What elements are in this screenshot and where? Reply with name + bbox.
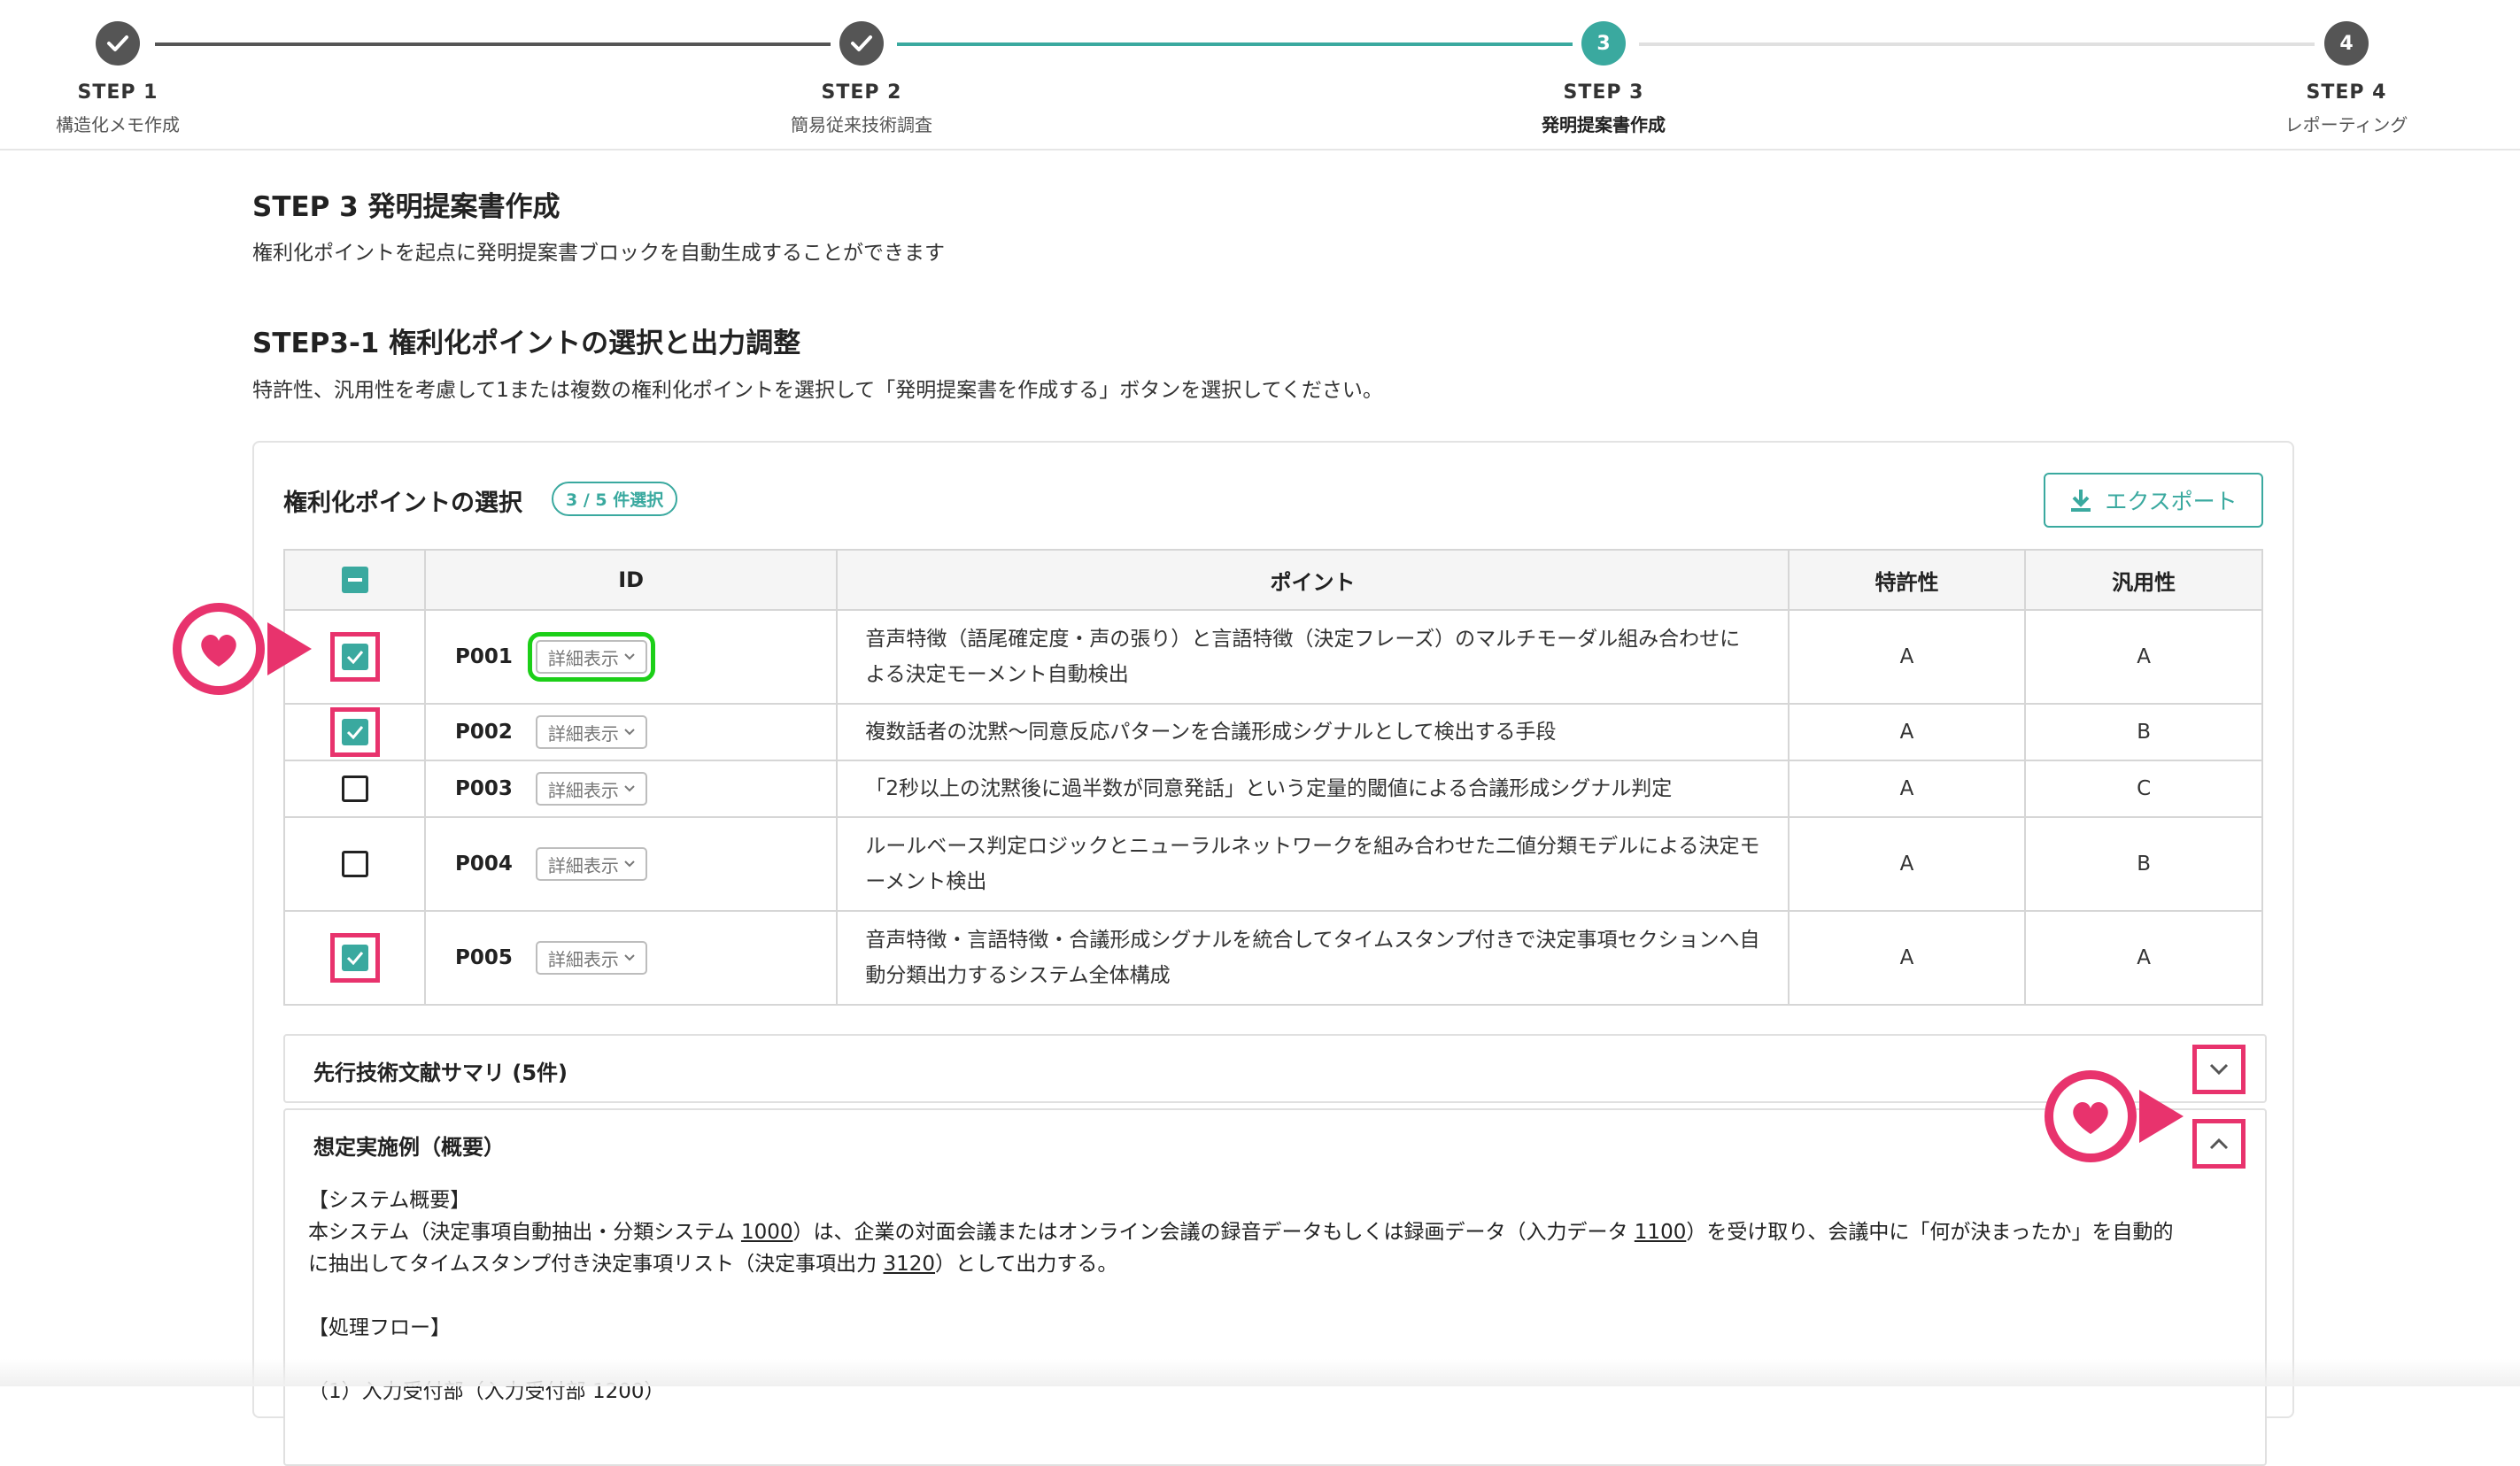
point-text: 音声特徴（語尾確定度・声の張り）と言語特徴（決定フレーズ）のマルチモーダル組み合…: [865, 628, 1741, 686]
step-2[interactable]: STEP 2 簡易従来技術調査: [729, 21, 994, 136]
step-4-title: STEP 4: [2306, 81, 2387, 104]
chevron-down-icon: [624, 653, 635, 660]
table-row: P003 詳細表示 「2秒以上の沈黙後に過半数が同意発話」という定量的閾値による…: [282, 760, 2263, 818]
point-id: P002: [455, 721, 513, 744]
table-row: P005 詳細表示 音声特徴・言語特徴・合議形成シグナルを統合してタイムスタンプ…: [282, 910, 2263, 1006]
selection-card: 権利化ポイントの選択 3 / 5 件選択 エクスポート ID ポイント 特許性 …: [252, 441, 2294, 1466]
point-id: P001: [455, 645, 513, 668]
detail-label: 詳細表示: [547, 779, 619, 801]
point-id: P003: [455, 777, 513, 800]
ref-1100: 1100: [1634, 1221, 1687, 1244]
check-icon: [346, 651, 363, 664]
system-paragraph: 本システム（決定事項自動抽出・分類システム 1000）は、企業の対面会議またはオ…: [308, 1221, 2174, 1276]
point-id: P004: [455, 853, 513, 876]
step-1-check-icon: [96, 21, 140, 66]
progress-stepper: STEP 1 構造化メモ作成 STEP 2 簡易従来技術調査 3 STEP 3 …: [0, 0, 2520, 150]
selection-count-badge: 3 / 5 件選択: [552, 482, 678, 516]
step-1-title: STEP 1: [77, 81, 158, 104]
detail-button[interactable]: 詳細表示: [535, 715, 647, 749]
detail-button[interactable]: 詳細表示: [535, 772, 647, 806]
row-checkbox-p004[interactable]: [341, 851, 368, 877]
point-text: 複数話者の沈黙〜同意反応パターンを合議形成シグナルとして検出する手段: [865, 721, 1557, 744]
check-icon: [346, 952, 363, 965]
section-description: 特許性、汎用性を考慮して1または複数の権利化ポイントを選択して「発明提案書を作成…: [252, 379, 1383, 402]
point-id: P005: [455, 946, 513, 969]
detail-label: 詳細表示: [547, 948, 619, 970]
page-title: STEP 3 発明提案書作成: [252, 191, 560, 223]
point-text: ルールベース判定ロジックとニューラルネットワークを組み合わせた二値分類モデルによ…: [865, 835, 1760, 893]
detail-label: 詳細表示: [547, 647, 619, 669]
prior-art-title: 先行技術文献サマリ (5件): [313, 1061, 568, 1085]
prior-art-accordion[interactable]: 先行技術文献サマリ (5件): [283, 1034, 2267, 1103]
row-checkbox-p005[interactable]: [341, 945, 368, 971]
step-1[interactable]: STEP 1 構造化メモ作成: [0, 21, 251, 136]
versatility-value: A: [2024, 910, 2263, 1006]
patentability-value: A: [1787, 910, 2027, 1006]
chevron-down-icon: [624, 860, 635, 868]
table-header-row: ID ポイント 特許性 汎用性: [282, 549, 2263, 611]
detail-button[interactable]: 詳細表示: [535, 847, 647, 881]
ref-3120: 3120: [883, 1253, 936, 1276]
system-heading: 【システム概要】: [308, 1189, 471, 1212]
versatility-value: B: [2024, 703, 2263, 761]
flow-heading: 【処理フロー】: [308, 1316, 451, 1339]
step-4-subtitle: レポーティング: [2284, 114, 2408, 135]
table-row: P001 詳細表示 音声特徴（語尾確定度・声の張り）と言語特徴（決定フレーズ）の…: [282, 609, 2263, 705]
step-3-subtitle: 発明提案書作成: [1542, 114, 1666, 135]
minus-icon: [347, 578, 362, 582]
row-checkbox-p002[interactable]: [341, 719, 368, 745]
ref-1000: 1000: [740, 1221, 793, 1244]
table-row: P002 詳細表示 複数話者の沈黙〜同意反応パターンを合議形成シグナルとして検出…: [282, 703, 2263, 761]
download-icon: [2071, 490, 2091, 512]
checkbox-highlight: [329, 707, 380, 757]
patentability-value: A: [1787, 760, 2027, 818]
page-description: 権利化ポイントを起点に発明提案書ブロックを自動生成することができます: [252, 242, 945, 265]
patentability-value: A: [1787, 703, 2027, 761]
chevron-down-icon: [624, 729, 635, 736]
table-row: P004 詳細表示 ルールベース判定ロジックとニューラルネットワークを組み合わせ…: [282, 816, 2263, 912]
step-2-subtitle: 簡易従来技術調査: [791, 114, 932, 135]
step-3-title: STEP 3: [1563, 81, 1644, 104]
versatility-value: A: [2024, 609, 2263, 705]
detail-label: 詳細表示: [547, 854, 619, 876]
section-title: STEP3-1 権利化ポイントの選択と出力調整: [252, 328, 801, 359]
point-text: 「2秒以上の沈黙後に過半数が同意発話」という定量的閾値による合議形成シグナル判定: [865, 777, 1673, 800]
step-4[interactable]: 4 STEP 4 レポーティング: [2214, 21, 2479, 136]
row-checkbox-p003[interactable]: [341, 775, 368, 802]
bottom-fade: [0, 1359, 2520, 1386]
checkbox-highlight: [329, 933, 380, 983]
step-4-number: 4: [2324, 21, 2369, 66]
header-versatility: 汎用性: [2024, 549, 2263, 611]
step-1-subtitle: 構造化メモ作成: [56, 114, 180, 135]
step-3-number: 3: [1581, 21, 1626, 66]
chevron-down-icon: [624, 785, 635, 792]
step-2-check-icon: [839, 21, 884, 66]
header-patentability: 特許性: [1787, 549, 2027, 611]
chevron-down-icon: [624, 954, 635, 961]
embodiment-title: 想定実施例（概要）: [313, 1135, 505, 1160]
detail-button[interactable]: 詳細表示: [527, 632, 655, 682]
selection-card-title: 権利化ポイントの選択: [283, 490, 522, 517]
heart-marker-icon: [2045, 1070, 2184, 1162]
point-text: 音声特徴・言語特徴・合議形成シグナルを統合してタイムスタンプ付きで決定事項セクシ…: [865, 929, 1760, 987]
points-table: ID ポイント 特許性 汎用性 P001 詳細表示 音声特徴（語尾確定度・声の張…: [282, 549, 2263, 1006]
patentability-value: A: [1787, 609, 2027, 705]
check-icon: [346, 726, 363, 739]
versatility-value: C: [2024, 760, 2263, 818]
embodiment-accordion[interactable]: 想定実施例（概要） 【システム概要】 本システム（決定事項自動抽出・分類システム…: [283, 1108, 2267, 1466]
export-label: エクスポート: [2105, 489, 2238, 514]
select-all-checkbox[interactable]: [341, 567, 368, 593]
header-id: ID: [424, 549, 839, 611]
step-3[interactable]: 3 STEP 3 発明提案書作成: [1471, 21, 1736, 136]
patentability-value: A: [1787, 816, 2027, 912]
heart-marker-icon: [173, 603, 312, 695]
detail-button[interactable]: 詳細表示: [535, 941, 647, 975]
export-button[interactable]: エクスポート: [2044, 473, 2263, 528]
header-point: ポイント: [836, 549, 1790, 611]
versatility-value: B: [2024, 816, 2263, 912]
detail-label: 詳細表示: [547, 722, 619, 745]
step-2-title: STEP 2: [821, 81, 902, 104]
